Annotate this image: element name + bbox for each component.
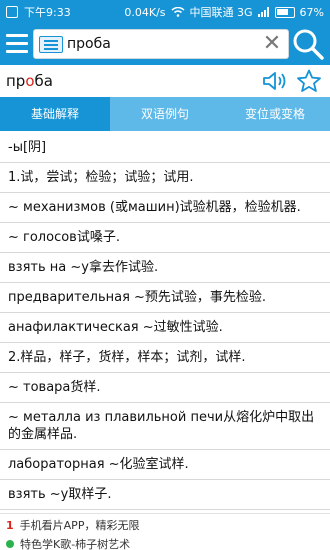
status-bar: 下午9:33 0.04K/s 中国联通 3G 67%: [0, 0, 330, 23]
definition-row: -ы[阴]: [0, 133, 330, 163]
definition-row: 2.样品，样子，货样，样本；试剂，试样.: [0, 343, 330, 373]
wifi-icon: [171, 7, 184, 17]
definition-row: ~ механизмов (或машин)试验机器，检验机器.: [0, 193, 330, 223]
battery-level: 67%: [299, 5, 324, 19]
tab-bilingual-examples[interactable]: 双语例句: [110, 97, 220, 131]
clear-icon[interactable]: ✕: [260, 32, 284, 56]
ad-index: 1: [6, 518, 14, 532]
status-time: 下午9:33: [24, 6, 71, 19]
battery-icon: [274, 6, 295, 18]
search-icon[interactable]: [291, 27, 325, 61]
definition-row: анафилактическая ~过敏性试验.: [0, 313, 330, 343]
definition-row: ~ голосов试嗓子.: [0, 223, 330, 253]
ad-icon: [6, 540, 14, 548]
definition-row: 1.试，尝试；检验；试验；试用.: [0, 163, 330, 193]
signal-icon: [257, 7, 269, 17]
status-right: 0.04K/s 中国联通 3G 67%: [124, 4, 324, 20]
tab-basic-definition[interactable]: 基础解释: [0, 97, 110, 131]
tab-conjugation-declension[interactable]: 变位或变格: [220, 97, 330, 131]
definition-row: ~ товара货样.: [0, 373, 330, 403]
stress-vowel: о: [25, 72, 35, 90]
ad-line-1[interactable]: 1 手机看片APP，精彩无限: [6, 517, 139, 533]
definition-row: взять на ~у拿去作试验.: [0, 253, 330, 283]
ad-text: 手机看片APP，精彩无限: [19, 519, 140, 532]
headword: проба: [6, 72, 53, 90]
ad-text: 特色学K歌-柿子树艺术: [20, 538, 131, 550]
menu-icon[interactable]: [4, 29, 30, 59]
notification-icon: [6, 6, 18, 18]
network-speed: 0.04K/s: [124, 5, 166, 19]
definition-list[interactable]: -ы[阴] 1.试，尝试；检验；试验；试用. ~ механизмов (或ма…: [0, 133, 330, 513]
definition-row: взять ~у取样子.: [0, 480, 330, 510]
definition-row: предварительная ~预先试验，事先检验.: [0, 283, 330, 313]
definition-row: лабораторная ~化验室试样.: [0, 450, 330, 480]
app-toolbar: ✕: [0, 23, 330, 65]
search-box[interactable]: ✕: [33, 29, 289, 59]
definition-row: ~ металла из плавильной печи从熔化炉中取出的金属样品…: [0, 403, 330, 450]
carrier-name: 中国联通 3G: [189, 6, 253, 19]
status-left: 下午9:33: [6, 4, 71, 20]
search-input[interactable]: [67, 30, 257, 58]
tab-bar: 基础解释 双语例句 变位或变格: [0, 97, 330, 131]
ad-line-2[interactable]: 特色学K歌-柿子树艺术: [6, 536, 130, 550]
dictionary-icon[interactable]: [39, 36, 63, 53]
favorite-star-icon[interactable]: [296, 69, 322, 93]
word-header: проба: [0, 65, 330, 97]
speaker-icon[interactable]: [262, 70, 288, 92]
ad-banner[interactable]: 1 手机看片APP，精彩无限 特色学K歌-柿子树艺术: [0, 513, 330, 550]
